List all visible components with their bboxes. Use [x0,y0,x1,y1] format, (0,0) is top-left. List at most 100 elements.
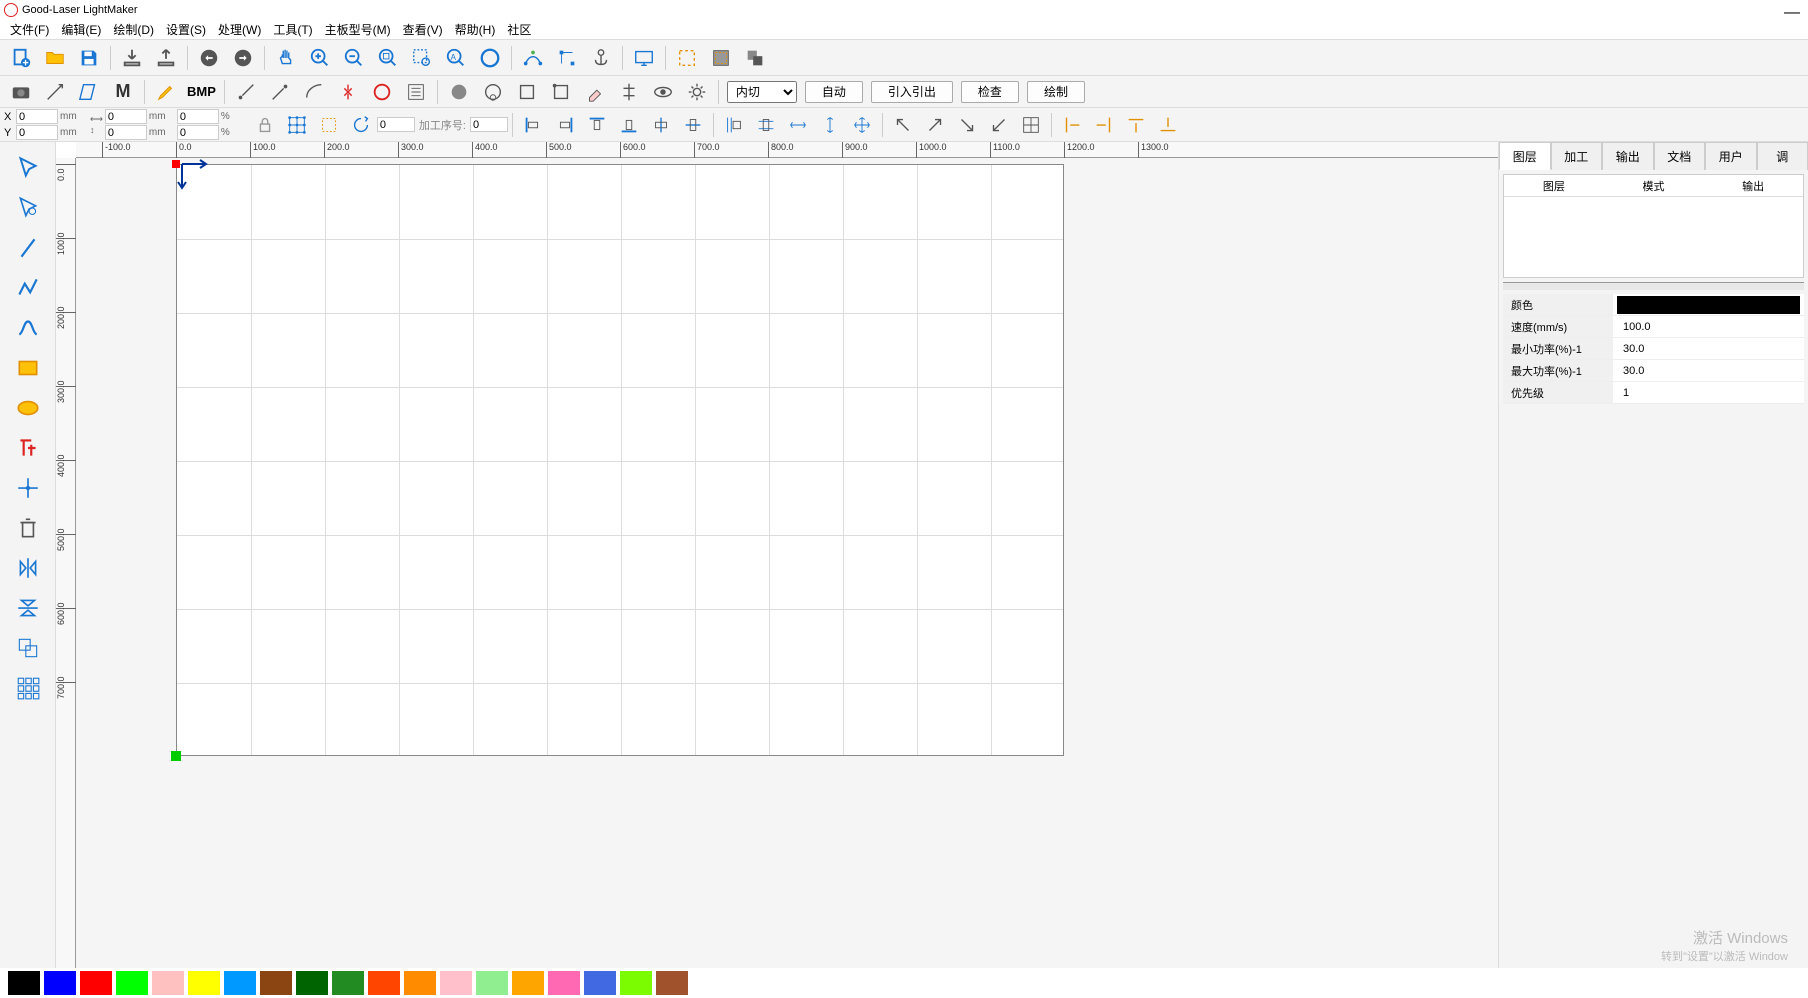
rectangle-tool[interactable] [8,350,48,386]
line-start-button[interactable] [230,77,262,107]
zoom-select-button[interactable] [406,43,438,73]
circle-button[interactable] [366,77,398,107]
menu-board[interactable]: 主板型号(M) [319,21,397,38]
align-left-button[interactable] [518,111,548,139]
eye-button[interactable] [647,77,679,107]
minimize-icon[interactable]: — [1784,4,1800,22]
eraser-button[interactable] [579,77,611,107]
tab-adjust[interactable]: 调 [1757,142,1808,170]
stack-button[interactable] [739,43,771,73]
ph-input[interactable] [177,125,219,140]
grid-snap-button[interactable] [1016,111,1046,139]
color-swatch-8[interactable] [296,971,328,995]
y-input[interactable] [16,125,58,140]
align-hcenter-button[interactable] [646,111,676,139]
menu-draw[interactable]: 绘制(D) [107,21,160,38]
arrow-tl-button[interactable] [888,111,918,139]
arrow-br-button[interactable] [952,111,982,139]
m-button[interactable]: M [107,77,139,107]
color-swatch-7[interactable] [260,971,292,995]
group-tool[interactable] [8,630,48,666]
export-button[interactable] [150,43,182,73]
bounds-dash-button[interactable] [671,43,703,73]
align-bottom-button[interactable] [614,111,644,139]
anchor-grid-button[interactable] [282,111,312,139]
proc-input[interactable] [470,117,508,132]
arrow-bl-button[interactable] [984,111,1014,139]
import-button[interactable] [116,43,148,73]
color-swatch-14[interactable] [512,971,544,995]
anchor-tool-button[interactable] [585,43,617,73]
ring-button[interactable] [477,77,509,107]
maxpow-value[interactable]: 30.0 [1613,365,1804,377]
menu-tools[interactable]: 工具(T) [267,21,318,38]
align-right-button[interactable] [550,111,580,139]
mirror-v-tool[interactable] [8,590,48,626]
mirror-h-tool[interactable] [8,550,48,586]
color-swatch-17[interactable] [620,971,652,995]
color-swatch-6[interactable] [224,971,256,995]
lock-button[interactable] [250,111,280,139]
tab-output[interactable]: 输出 [1602,142,1654,170]
new-file-button[interactable] [5,43,37,73]
open-file-button[interactable] [39,43,71,73]
measure-button[interactable] [39,77,71,107]
snap-top-button[interactable] [1121,111,1151,139]
pan-button[interactable] [270,43,302,73]
auto-button[interactable]: 自动 [805,81,863,103]
array-tool[interactable] [8,670,48,706]
dist-v-button[interactable] [815,111,845,139]
rect-button[interactable] [511,77,543,107]
color-swatch-15[interactable] [548,971,580,995]
redo-button[interactable] [227,43,259,73]
color-swatch-2[interactable] [80,971,112,995]
layer-table-body[interactable] [1504,197,1803,277]
save-file-button[interactable] [73,43,105,73]
rotate-button[interactable] [346,111,376,139]
color-swatch-0[interactable] [8,971,40,995]
screen-button[interactable] [628,43,660,73]
color-swatch-9[interactable] [332,971,364,995]
rect-corner-button[interactable] [545,77,577,107]
w-input[interactable] [105,109,147,124]
gear-button[interactable] [681,77,713,107]
color-swatch-11[interactable] [404,971,436,995]
zoom-out-button[interactable] [338,43,370,73]
dist-center-button[interactable] [751,111,781,139]
menu-edit[interactable]: 编辑(E) [55,21,107,38]
line-tool[interactable] [8,230,48,266]
snap-left-button[interactable] [1057,111,1087,139]
undo-button[interactable] [193,43,225,73]
tab-layer[interactable]: 图层 [1499,142,1551,170]
menu-help[interactable]: 帮助(H) [449,21,502,38]
ellipse-tool[interactable] [8,390,48,426]
color-swatch-4[interactable] [152,971,184,995]
color-swatch-5[interactable] [188,971,220,995]
crosshair-tool[interactable] [8,470,48,506]
color-swatch-12[interactable] [440,971,472,995]
select-tool[interactable] [8,150,48,186]
path-tool-button[interactable] [517,43,549,73]
node-tool-button[interactable] [551,43,583,73]
color-swatch-3[interactable] [116,971,148,995]
fill-circle-button[interactable] [443,77,475,107]
x-input[interactable] [16,109,58,124]
align-tool-button[interactable] [613,77,645,107]
camera-button[interactable] [5,77,37,107]
canvas-workspace[interactable] [76,158,1498,968]
delete-tool[interactable] [8,510,48,546]
tab-process[interactable]: 加工 [1551,142,1603,170]
text-tool[interactable] [8,430,48,466]
dist-left-button[interactable] [719,111,749,139]
cut-mode-select[interactable]: 内切 [727,81,797,103]
line-end-button[interactable] [264,77,296,107]
priority-value[interactable]: 1 [1613,387,1804,399]
skew-button[interactable] [73,77,105,107]
menu-file[interactable]: 文件(F) [4,21,55,38]
menu-process[interactable]: 处理(W) [212,21,267,38]
import-leadin-button[interactable]: 引入引出 [871,81,953,103]
minpow-value[interactable]: 30.0 [1613,343,1804,355]
align-vcenter-button[interactable] [678,111,708,139]
zoom-page-button[interactable] [474,43,506,73]
speed-value[interactable]: 100.0 [1613,321,1804,333]
